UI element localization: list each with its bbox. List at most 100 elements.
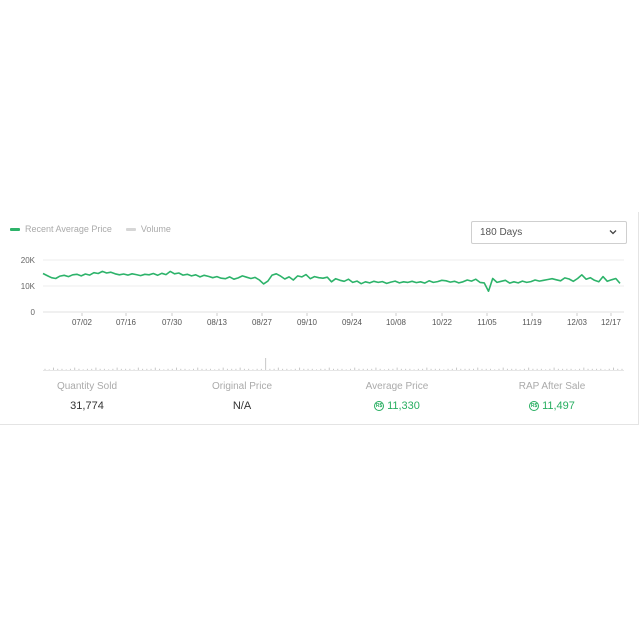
volume-bar <box>383 369 385 370</box>
volume-bar <box>511 368 513 370</box>
volume-bar <box>171 368 173 370</box>
volume-bar <box>82 369 84 370</box>
volume-bar <box>545 369 547 370</box>
volume-bar <box>528 367 530 370</box>
volume-bar <box>426 367 428 370</box>
volume-bar <box>400 368 402 370</box>
volume-bar <box>613 367 615 370</box>
volume-bar <box>209 368 211 370</box>
volume-bar <box>57 368 59 370</box>
volume-bar <box>231 368 233 370</box>
volume-bar <box>320 368 322 370</box>
volume-bar <box>506 368 508 370</box>
volume-bar <box>307 368 309 370</box>
volume-bar <box>358 368 360 370</box>
price-line-chart: 20K 10K 0 07/02 07/16 07/30 08/13 08/27 09/10 09/… <box>21 256 624 371</box>
volume-bar <box>333 368 334 370</box>
volume-bar <box>61 368 63 370</box>
stat-label: Quantity Sold <box>56 381 118 392</box>
stat-value-text: 31,774 <box>70 400 104 412</box>
volume-bar <box>604 369 606 370</box>
x-tick-label: 07/02 <box>72 318 93 327</box>
volume-bar <box>456 367 458 370</box>
volume-bar <box>557 368 559 370</box>
volume-bar <box>48 369 50 370</box>
volume-bar <box>197 367 199 370</box>
volume-bar <box>337 368 339 370</box>
volume-bar <box>473 368 475 370</box>
volume-bar <box>515 368 517 370</box>
volume-bar <box>587 368 589 370</box>
robux-coin-icon: R$ <box>529 401 540 411</box>
volume-bar <box>523 368 525 370</box>
series-line-average-price <box>42 270 621 292</box>
volume-bar <box>388 368 390 370</box>
volume-bar <box>205 368 207 370</box>
volume-bar <box>294 368 296 370</box>
volume-bar <box>273 368 275 370</box>
volume-bar <box>396 367 398 370</box>
stat-value-text: 11,330 <box>387 400 420 412</box>
volume-bar <box>269 368 271 370</box>
volume-bar <box>328 367 330 370</box>
volume-bar <box>451 368 453 370</box>
volume-bar <box>591 368 593 370</box>
stat-original-price: Original Price N/A <box>172 380 312 412</box>
volume-bar <box>99 368 101 370</box>
volume-bar <box>120 368 122 370</box>
volume-bar <box>201 368 203 370</box>
volume-bar <box>422 368 424 370</box>
x-tick-label: 10/22 <box>432 318 453 327</box>
volume-bar <box>608 368 610 370</box>
volume-bar <box>417 368 419 370</box>
volume-bar <box>78 368 80 370</box>
volume-bar <box>256 368 258 370</box>
volume-bar <box>116 367 118 370</box>
volume-bar <box>176 367 178 370</box>
x-tick-label: 08/13 <box>207 318 228 327</box>
volume-bar <box>282 368 284 370</box>
volume-bar <box>375 367 377 370</box>
volume-bar <box>184 368 186 370</box>
volume-bar <box>95 367 97 370</box>
volume-bar <box>574 369 576 370</box>
volume-bar <box>74 367 76 370</box>
volume-bar <box>103 368 105 370</box>
volume-bar <box>125 368 127 370</box>
volume-bar <box>413 369 415 370</box>
x-tick-label: 11/19 <box>522 318 542 327</box>
volume-bar <box>494 369 496 370</box>
stat-value-text: 11,497 <box>542 400 575 412</box>
y-tick-label: 20K <box>21 256 36 265</box>
volume-bar <box>349 368 351 370</box>
volume-bar <box>366 368 368 370</box>
stat-rap-after-sale: RAP After Sale R$ 11,497 <box>482 380 622 412</box>
volume-bar <box>311 368 313 370</box>
stat-label: RAP After Sale <box>518 381 586 392</box>
volume-bar <box>460 368 462 370</box>
volume-bar <box>86 368 88 370</box>
stat-value: 31,774 <box>17 400 157 412</box>
volume-bar <box>218 368 220 370</box>
volume-bar <box>553 367 555 370</box>
volume-bar <box>540 368 542 370</box>
x-tick-label: 07/16 <box>116 318 137 327</box>
volume-bar <box>188 369 190 370</box>
y-tick-label: 0 <box>31 308 36 317</box>
volume-bar <box>583 367 585 370</box>
volume-bar <box>362 368 364 370</box>
volume-bar <box>277 367 279 370</box>
volume-bar <box>243 368 245 370</box>
y-tick-label: 10K <box>21 282 36 291</box>
volume-bar <box>430 368 432 370</box>
volume-bar <box>108 369 110 370</box>
robux-coin-icon: R$ <box>374 401 385 411</box>
x-tick-label: 10/08 <box>386 318 407 327</box>
x-tick-label: 09/24 <box>342 318 363 327</box>
x-tick-label: 09/10 <box>297 318 318 327</box>
volume-bar <box>252 369 254 370</box>
volume-bar <box>146 368 148 370</box>
stat-value-text: N/A <box>232 400 252 412</box>
volume-bar <box>44 368 46 370</box>
volume-bar <box>316 369 318 370</box>
